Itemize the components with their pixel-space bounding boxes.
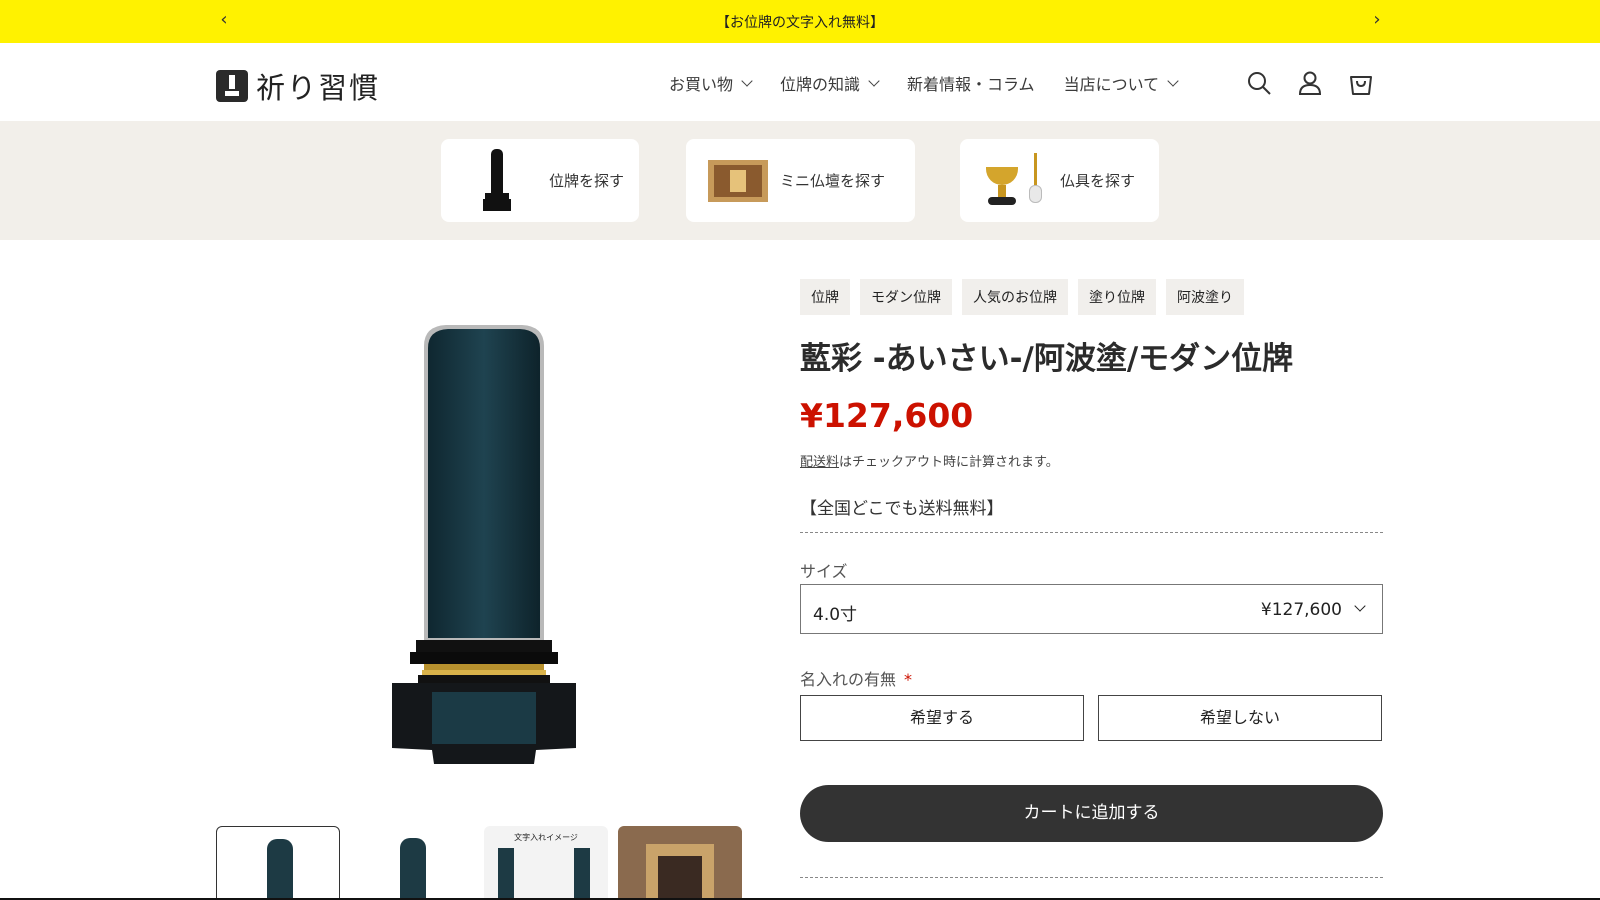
product-main-image[interactable] bbox=[386, 318, 582, 766]
tag-list: 位牌 モダン位牌 人気のお位牌 塗り位牌 阿波塗り bbox=[800, 279, 1254, 315]
announcement-text: 【お位牌の文字入れ無料】 bbox=[716, 15, 884, 31]
logo-text: 祈り習慣 bbox=[256, 71, 381, 105]
logo[interactable]: 祈り習慣 bbox=[216, 65, 380, 107]
mini-butsudan-icon bbox=[708, 159, 768, 202]
thumbnail-2[interactable] bbox=[350, 826, 474, 900]
category-butsugu[interactable]: 仏具を探す bbox=[960, 139, 1159, 222]
thumbnail-list: 文字入れイメージ bbox=[216, 826, 752, 900]
shipping-note: 配送料はチェックアウト時に計算されます。 bbox=[800, 451, 1059, 470]
category-band: 位牌を探す ミニ仏壇を探す 仏具を探す bbox=[0, 121, 1600, 240]
option-no-engrave[interactable]: 希望しない bbox=[1098, 695, 1382, 741]
shipping-link[interactable]: 配送料 bbox=[800, 455, 839, 470]
category-mini-butsudan[interactable]: ミニ仏壇を探す bbox=[686, 139, 915, 222]
ihai-icon bbox=[479, 148, 515, 213]
tag-popular[interactable]: 人気のお位牌 bbox=[962, 279, 1068, 315]
main-nav: お買い物 位牌の知識 新着情報・コラム 当店について bbox=[669, 71, 1206, 95]
nav-item-knowledge[interactable]: 位牌の知識 bbox=[780, 71, 880, 95]
nav-item-label: 当店について bbox=[1063, 75, 1160, 94]
divider bbox=[800, 877, 1383, 878]
name-option-label-text: 名入れの有無 bbox=[800, 670, 897, 689]
nav-item-shopping[interactable]: お買い物 bbox=[669, 71, 753, 95]
add-to-cart-button[interactable]: カートに追加する bbox=[800, 785, 1383, 842]
search-icon[interactable] bbox=[1245, 69, 1273, 97]
nav-item-news[interactable]: 新着情報・コラム bbox=[907, 71, 1035, 95]
category-ihai[interactable]: 位牌を探す bbox=[441, 139, 639, 222]
chevron-down-icon bbox=[868, 74, 880, 87]
header-icons bbox=[1245, 69, 1398, 97]
chevron-down-icon bbox=[1167, 74, 1179, 87]
size-select[interactable]: 4.0寸 ¥127,600 bbox=[800, 584, 1383, 634]
shipping-note-text: はチェックアウト時に計算されます。 bbox=[839, 455, 1059, 470]
divider bbox=[800, 532, 1383, 533]
category-label: 仏具を探す bbox=[1060, 172, 1136, 190]
category-label: 位牌を探す bbox=[549, 172, 625, 190]
size-value: 4.0寸 bbox=[813, 605, 858, 625]
free-shipping-text: 【全国どこでも送料無料】 bbox=[800, 499, 1004, 519]
announcement-bar: ‹ 【お位牌の文字入れ無料】 › bbox=[0, 0, 1600, 43]
chevron-down-icon bbox=[1354, 600, 1366, 612]
chevron-down-icon bbox=[741, 74, 753, 87]
butsugu-icon bbox=[984, 152, 1048, 209]
name-option-label: 名入れの有無 * bbox=[800, 666, 912, 690]
nav-item-label: お買い物 bbox=[669, 75, 734, 94]
product-price: ¥127,600 bbox=[800, 396, 974, 435]
tag-nuri-ihai[interactable]: 塗り位牌 bbox=[1078, 279, 1156, 315]
nav-item-label: 位牌の知識 bbox=[780, 75, 861, 94]
logo-mark-icon bbox=[216, 70, 248, 102]
product-title: 藍彩 -あいさい-/阿波塗/モダン位牌 bbox=[800, 341, 1294, 377]
tag-awa-nuri[interactable]: 阿波塗り bbox=[1166, 279, 1244, 315]
thumbnail-3[interactable]: 文字入れイメージ bbox=[484, 826, 608, 900]
site-header: 祈り習慣 お買い物 位牌の知識 新着情報・コラム 当店について bbox=[0, 43, 1600, 121]
category-label: ミニ仏壇を探す bbox=[780, 172, 886, 190]
required-mark: * bbox=[904, 670, 913, 689]
account-icon[interactable] bbox=[1296, 69, 1324, 97]
nav-item-label: 新着情報・コラム bbox=[907, 75, 1035, 94]
tag-modern-ihai[interactable]: モダン位牌 bbox=[860, 279, 952, 315]
thumbnail-caption: 文字入れイメージ bbox=[514, 833, 578, 842]
size-price: ¥127,600 bbox=[1260, 600, 1342, 620]
option-wish-engrave[interactable]: 希望する bbox=[800, 695, 1084, 741]
size-label: サイズ bbox=[800, 562, 848, 581]
thumbnail-1[interactable] bbox=[216, 826, 340, 900]
thumbnail-4[interactable] bbox=[618, 826, 742, 900]
chevron-right-icon[interactable]: › bbox=[1367, 9, 1387, 30]
tag-ihai[interactable]: 位牌 bbox=[800, 279, 850, 315]
nav-item-about[interactable]: 当店について bbox=[1063, 71, 1179, 95]
cart-icon[interactable] bbox=[1347, 69, 1375, 97]
